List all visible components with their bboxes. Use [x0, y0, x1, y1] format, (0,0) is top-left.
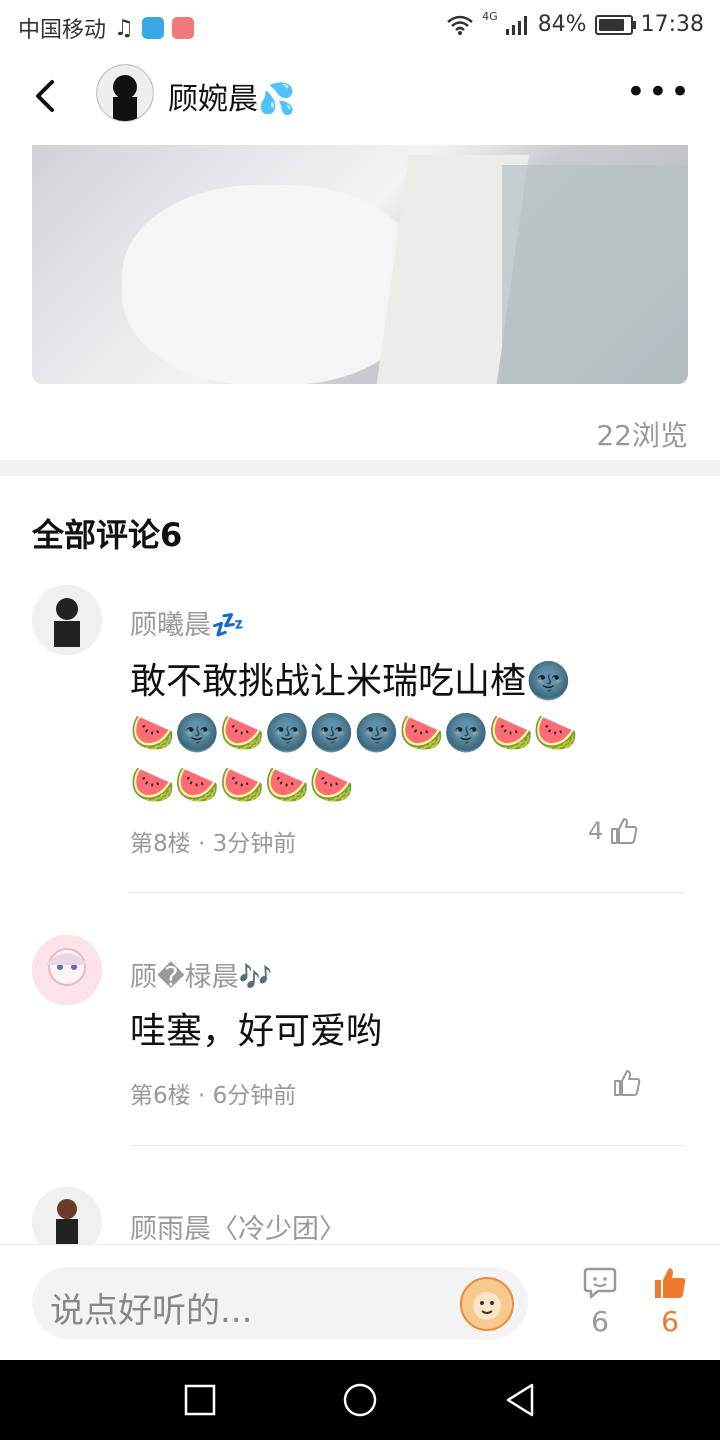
- post-header: 顾婉晨💦 •••: [0, 50, 720, 142]
- comment-separator: [130, 892, 684, 893]
- commenter-name[interactable]: 顾曦晨💤: [130, 603, 245, 642]
- comment-input[interactable]: 说点好听的...: [32, 1267, 528, 1339]
- comment-count: 6: [591, 1305, 609, 1338]
- nav-triangle-icon[interactable]: [504, 1382, 536, 1418]
- emoji-row: 🍉🍉🍉🍉🍉: [130, 765, 355, 806]
- like-count: 4: [588, 817, 604, 845]
- comment-input-placeholder: 说点好听的...: [50, 1291, 253, 1331]
- author-avatar[interactable]: [96, 64, 154, 122]
- commenter-avatar[interactable]: [32, 585, 102, 655]
- thumb-up-icon: [614, 1070, 641, 1096]
- wifi-icon: [447, 15, 473, 35]
- status-left: 中国移动 ♫: [18, 12, 194, 44]
- commenter-avatar[interactable]: [32, 935, 102, 1005]
- comment-icon: [583, 1267, 617, 1299]
- like-button[interactable]: 4: [588, 816, 639, 846]
- view-count: 22浏览: [596, 419, 688, 452]
- monkey-emoji-icon[interactable]: [460, 1277, 514, 1331]
- comment-meta: 第6楼 · 6分钟前: [130, 1083, 297, 1109]
- status-right: 4G 84% 17:38: [446, 10, 704, 37]
- comment-text: 哇塞，好可爱哟: [130, 1011, 383, 1052]
- music-icon: ♫: [114, 15, 134, 41]
- like-button[interactable]: [612, 1068, 642, 1098]
- nav-square-icon[interactable]: [184, 1384, 216, 1416]
- emoji-row: 🍉🌚🍉🌚🌚🌚🍉🌚🍉🍉: [130, 713, 579, 754]
- signal-icon: [505, 15, 527, 35]
- shield-app-icon: [141, 17, 164, 39]
- bottom-action-bar: 说点好听的... 6 6: [0, 1244, 720, 1361]
- clock: 17:38: [640, 12, 704, 37]
- comment-text-body: 敢不敢挑战让米瑞吃山楂: [130, 661, 527, 702]
- comment-text: 敢不敢挑战让米瑞吃山楂🌚 🍉🌚🍉🌚🌚🌚🍉🌚🍉🍉 🍉🍉🍉🍉🍉: [130, 656, 670, 812]
- post-image[interactable]: [32, 145, 688, 384]
- smiley-emoji: 🌚: [526, 661, 571, 702]
- thumb-up-icon: [611, 818, 638, 844]
- comment-separator: [130, 1145, 684, 1146]
- commenter-name[interactable]: 顾�椂晨🎶: [130, 955, 272, 994]
- mail-app-icon: [171, 17, 194, 39]
- thumb-up-icon: [655, 1268, 686, 1298]
- battery-percent: 84%: [537, 12, 587, 37]
- back-arrow-icon[interactable]: [26, 72, 66, 120]
- commenter-name[interactable]: 顾雨晨〈冷少团〉: [130, 1207, 346, 1246]
- network-type: 4G: [482, 10, 498, 23]
- comment-meta: 第8楼 · 3分钟前: [130, 831, 297, 857]
- post-like-button[interactable]: 6: [640, 1265, 700, 1338]
- section-divider: [0, 460, 720, 476]
- carrier: 中国移动: [18, 18, 107, 43]
- status-bar: 中国移动 ♫ 4G 84% 17:38: [0, 0, 720, 50]
- post-like-count: 6: [661, 1305, 679, 1338]
- nav-circle-icon[interactable]: [342, 1382, 378, 1418]
- comment-count-button[interactable]: 6: [570, 1265, 630, 1338]
- more-icon[interactable]: •••: [626, 75, 692, 109]
- comments-title: 全部评论6: [32, 516, 183, 554]
- battery-icon: [594, 14, 636, 35]
- system-nav-bar: [0, 1360, 720, 1440]
- author-name[interactable]: 顾婉晨💦: [168, 74, 295, 118]
